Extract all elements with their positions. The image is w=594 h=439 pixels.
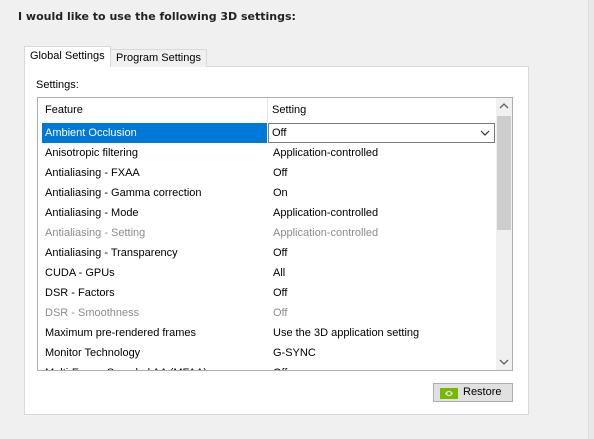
tab-global-settings[interactable]: Global Settings <box>24 46 111 67</box>
feature-name: Monitor Technology <box>45 347 141 359</box>
table-row: DSR - Smoothness Off <box>38 303 497 323</box>
column-header-setting[interactable]: Setting <box>272 98 306 122</box>
vertical-scrollbar[interactable] <box>496 98 512 370</box>
scrollbar-thumb[interactable] <box>497 116 511 230</box>
table-row[interactable]: CUDA - GPUs All <box>38 263 497 283</box>
tab-program-settings[interactable]: Program Settings <box>110 49 207 67</box>
feature-name: Multi-Frame Sampled AA (MFAA) <box>45 363 207 370</box>
feature-name: DSR - Factors <box>45 287 115 299</box>
setting-value: Off <box>273 307 288 319</box>
page-heading: I would like to use the following 3D set… <box>18 10 296 23</box>
setting-value: Application-controlled <box>273 147 379 159</box>
table-row[interactable]: Ambient Occlusion Off <box>38 123 497 143</box>
scroll-up-arrow-icon[interactable] <box>496 98 512 115</box>
setting-value: All <box>273 267 286 279</box>
setting-value: Off <box>273 247 288 259</box>
settings-label: Settings: <box>36 79 79 91</box>
feature-name: Antialiasing - Setting <box>45 227 146 239</box>
feature-name: Antialiasing - Gamma correction <box>45 187 202 199</box>
setting-dropdown[interactable]: Off <box>268 123 495 143</box>
feature-name: Antialiasing - Mode <box>45 207 139 219</box>
setting-value: On <box>273 187 288 199</box>
feature-name: Anisotropic filtering <box>45 147 138 159</box>
settings-list[interactable]: Feature Setting Ambient Occlusion Off An… <box>37 97 513 371</box>
feature-name: Antialiasing - Transparency <box>45 247 178 259</box>
setting-value: Use the 3D application setting <box>273 327 420 339</box>
column-divider[interactable] <box>267 98 268 122</box>
feature-name: CUDA - GPUs <box>45 267 115 279</box>
restore-button-label: Restore <box>463 386 502 398</box>
chevron-down-icon <box>480 130 490 136</box>
feature-name: Maximum pre-rendered frames <box>45 327 196 339</box>
feature-name: Ambient Occlusion <box>42 123 267 143</box>
nvidia-logo-icon <box>440 388 458 399</box>
table-row: Antialiasing - Setting Application-contr… <box>38 223 497 243</box>
setting-value: Off <box>273 363 287 370</box>
table-row[interactable]: Monitor Technology G-SYNC <box>38 343 497 363</box>
column-header-feature[interactable]: Feature <box>45 98 83 122</box>
feature-name: Antialiasing - FXAA <box>45 167 140 179</box>
feature-name: DSR - Smoothness <box>45 307 140 319</box>
restore-button[interactable]: Restore <box>433 383 513 402</box>
setting-value: G-SYNC <box>273 347 316 359</box>
table-row[interactable]: Maximum pre-rendered frames Use the 3D a… <box>38 323 497 343</box>
table-row[interactable]: DSR - Factors Off <box>38 283 497 303</box>
table-row[interactable]: Antialiasing - Mode Application-controll… <box>38 203 497 223</box>
settings-rows: Ambient Occlusion Off Anisotropic filter… <box>38 123 497 370</box>
table-row[interactable]: Antialiasing - Gamma correction On <box>38 183 497 203</box>
table-row[interactable]: Antialiasing - Transparency Off <box>38 243 497 263</box>
setting-value: Off <box>273 167 288 179</box>
setting-value: Application-controlled <box>273 227 379 239</box>
table-row[interactable]: Multi-Frame Sampled AA (MFAA) Off <box>38 363 497 370</box>
setting-dropdown-value: Off <box>272 127 287 139</box>
scroll-down-arrow-icon[interactable] <box>496 353 512 370</box>
table-row[interactable]: Antialiasing - FXAA Off <box>38 163 497 183</box>
setting-value: Off <box>273 287 288 299</box>
setting-value: Application-controlled <box>273 207 379 219</box>
table-row[interactable]: Anisotropic filtering Application-contro… <box>38 143 497 163</box>
